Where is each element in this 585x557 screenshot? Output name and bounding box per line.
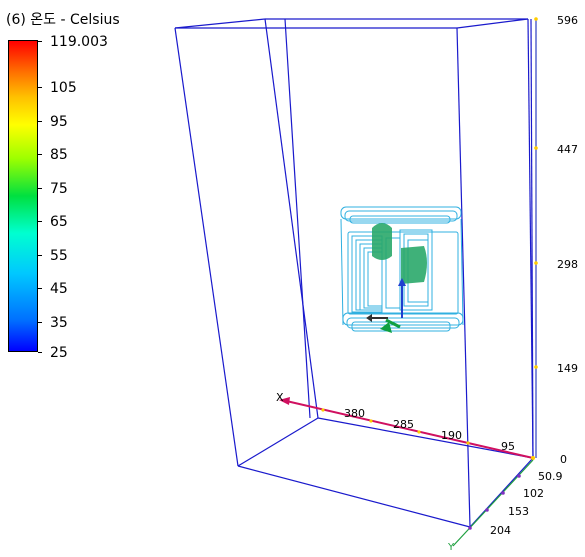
3d-scene: X 380 285 190 95 0 596 447 298 149 Y 50.… xyxy=(174,14,578,553)
domain-bounding-box xyxy=(174,18,534,528)
3d-viewport[interactable]: (6) 온도 - Celsius 119.003 105 95 85 75 65… xyxy=(0,0,585,557)
x-axis-tick-label: 0 xyxy=(560,453,567,466)
y-axis-tick-label: 204 xyxy=(490,524,511,537)
x-axis-tick-label: 285 xyxy=(393,418,414,431)
z-axis-tick-label: 447 xyxy=(557,143,578,156)
z-axis-tick-label: 298 xyxy=(557,258,578,271)
z-axis xyxy=(534,17,538,458)
y-axis-tick-label: 153 xyxy=(508,505,529,518)
x-axis-tick-label: 95 xyxy=(501,440,515,453)
y-axis-tick-label: 102 xyxy=(523,487,544,500)
x-axis-tick-label: 380 xyxy=(344,407,365,420)
y-axis-label: Y xyxy=(447,542,455,553)
x-axis-label: X xyxy=(276,391,284,404)
x-axis-tick-label: 190 xyxy=(441,429,462,442)
z-axis-tick-label: 596 xyxy=(557,14,578,27)
z-axis-tick-label: 149 xyxy=(557,362,578,375)
y-axis-tick-label: 50.9 xyxy=(538,470,563,483)
